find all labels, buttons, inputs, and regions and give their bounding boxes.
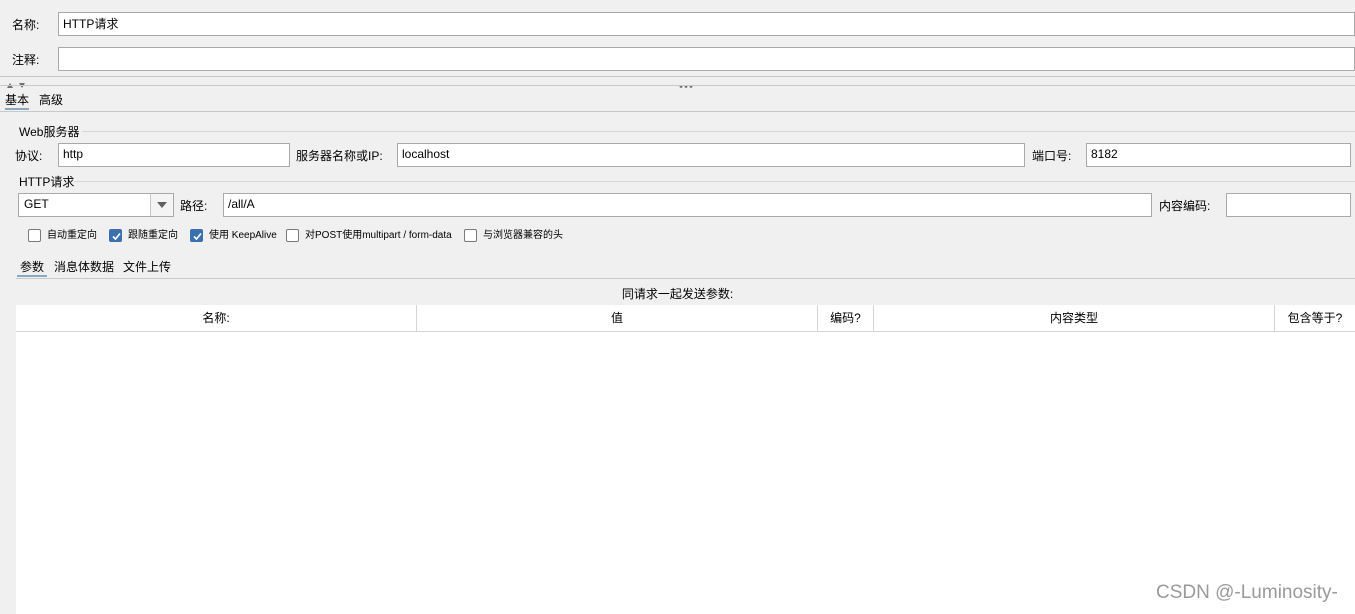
auto-redirect-checkbox[interactable] <box>28 229 41 242</box>
tab-parameters[interactable]: 参数 <box>17 259 48 277</box>
splitter-top-line <box>0 76 1355 77</box>
port-field[interactable]: 8182 <box>1086 143 1351 167</box>
server-field[interactable]: localhost <box>397 143 1025 167</box>
path-label: 路径: <box>180 199 208 213</box>
follow-redirect-checkbox[interactable] <box>109 229 122 242</box>
port-label: 端口号: <box>1032 149 1072 163</box>
splitter-bottom-line <box>0 85 1355 86</box>
method-dropdown-button[interactable] <box>150 194 173 216</box>
browser-headers-label: 与浏览器兼容的头 <box>483 230 563 241</box>
browser-headers-checkbox[interactable] <box>464 229 477 242</box>
keepalive-label: 使用 KeepAlive <box>209 230 277 241</box>
keepalive-checkbox[interactable] <box>190 229 203 242</box>
column-header-name[interactable]: 名称: <box>16 305 416 331</box>
comment-label: 注释: <box>12 53 40 67</box>
protocol-field[interactable]: http <box>58 143 290 167</box>
encoding-field[interactable] <box>1226 193 1351 217</box>
web-server-group-line <box>82 131 1355 132</box>
http-request-group-line <box>74 181 1355 182</box>
params-caption: 同请求一起发送参数: <box>621 287 734 301</box>
params-table-body[interactable] <box>16 332 1355 614</box>
protocol-label: 协议: <box>15 149 43 163</box>
chevron-down-icon <box>157 202 167 208</box>
follow-redirect-label: 跟随重定向 <box>128 230 178 241</box>
method-value: GET <box>24 197 49 211</box>
tab-body-data[interactable]: 消息体数据 <box>54 259 114 275</box>
method-select[interactable]: GET <box>18 193 174 217</box>
column-header-value[interactable]: 值 <box>417 305 817 331</box>
column-header-include-equals[interactable]: 包含等于? <box>1275 305 1355 331</box>
encoding-label: 内容编码: <box>1159 199 1211 213</box>
tab-file-upload[interactable]: 文件上传 <box>123 259 171 275</box>
comment-field[interactable] <box>58 47 1355 71</box>
column-header-content-type[interactable]: 内容类型 <box>874 305 1274 331</box>
params-table-header: 名称: 值 编码? 内容类型 包含等于? <box>16 305 1355 332</box>
checkmark-icon <box>193 232 202 241</box>
path-field[interactable]: /all/A <box>223 193 1152 217</box>
multipart-checkbox[interactable] <box>286 229 299 242</box>
checkmark-icon <box>112 232 121 241</box>
tab-basic[interactable]: 基本 <box>5 92 30 110</box>
sub-tabs-divider <box>16 278 1355 279</box>
web-server-title: Web服务器 <box>19 125 80 139</box>
tabs-divider <box>0 111 1355 112</box>
tab-advanced[interactable]: 高级 <box>39 92 63 108</box>
watermark: CSDN @-Luminosity- <box>1156 582 1338 603</box>
name-label: 名称: <box>12 18 40 32</box>
multipart-label: 对POST使用multipart / form-data <box>305 230 452 241</box>
name-field[interactable]: HTTP请求 <box>58 12 1355 36</box>
auto-redirect-label: 自动重定向 <box>47 230 97 241</box>
column-header-encode[interactable]: 编码? <box>818 305 873 331</box>
server-label: 服务器名称或IP: <box>296 149 383 163</box>
http-request-title: HTTP请求 <box>19 175 75 189</box>
